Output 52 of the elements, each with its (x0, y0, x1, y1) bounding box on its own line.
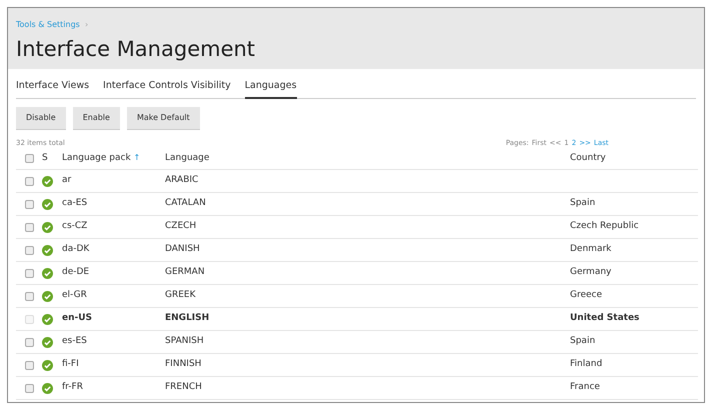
table-cell: ENGLISH (165, 313, 210, 324)
row-checkbox[interactable] (24, 292, 34, 301)
action-button[interactable]: Disable (16, 106, 66, 130)
table-cell: da-DK (62, 244, 90, 254)
breadcrumb-separator: › (84, 20, 88, 29)
tab[interactable]: Languages (244, 79, 297, 99)
table-cell: France (570, 382, 600, 392)
sort-indicator: ↑ (134, 152, 140, 162)
table-cell: Denmark (570, 244, 612, 254)
tab[interactable]: Interface Controls Visibility (103, 79, 231, 99)
table-cell: Greece (570, 290, 602, 300)
column-header[interactable]: Language pack (62, 152, 131, 163)
table-cell: ar (62, 175, 72, 186)
table-cell: ca-ES (62, 198, 88, 208)
table-cell: CZECH (165, 221, 196, 232)
table-cell: Spain (570, 198, 596, 208)
row-checkbox[interactable] (24, 246, 34, 255)
table-cell: GERMAN (165, 267, 205, 278)
column-header[interactable]: Language (165, 152, 210, 163)
table-cell: FRENCH (165, 382, 202, 392)
page-title: Interface Management (16, 36, 256, 63)
table-cell: FINNISH (165, 359, 202, 370)
table-cell: el-GR (62, 290, 87, 300)
table-cell: Czech Republic (570, 221, 639, 232)
table-cell: Finland (570, 359, 602, 370)
table-cell: ARABIC (165, 175, 198, 186)
column-header[interactable]: S (42, 152, 48, 163)
row-checkbox[interactable] (24, 222, 34, 232)
action-button[interactable]: Make Default (126, 106, 200, 130)
table-cell: de-DE (62, 267, 90, 278)
select-all-checkbox[interactable] (24, 154, 34, 164)
tab[interactable]: Interface Views (16, 79, 90, 99)
row-checkbox[interactable] (24, 268, 34, 278)
table-cell: GREEK (165, 290, 196, 300)
table-cell: es-ES (62, 336, 87, 346)
table-cell: SPANISH (165, 336, 204, 346)
row-checkbox[interactable] (24, 176, 34, 186)
row-checkbox[interactable] (24, 384, 34, 393)
table-cell: United States (570, 313, 640, 324)
table-cell: Spain (570, 336, 596, 346)
column-header[interactable]: Country (570, 152, 606, 163)
table-cell: fr-FR (62, 382, 83, 392)
row-checkbox[interactable] (24, 338, 34, 347)
table-cell: Germany (570, 267, 612, 278)
action-button[interactable]: Enable (72, 106, 120, 130)
table-cell: CATALAN (165, 198, 206, 208)
table-cell: en-US (62, 313, 92, 324)
row-checkbox[interactable] (24, 360, 34, 370)
table-cell: cs-CZ (62, 221, 88, 232)
row-checkbox[interactable] (24, 200, 34, 209)
table-cell: DANISH (165, 244, 200, 254)
table-cell: fi-FI (62, 359, 79, 370)
